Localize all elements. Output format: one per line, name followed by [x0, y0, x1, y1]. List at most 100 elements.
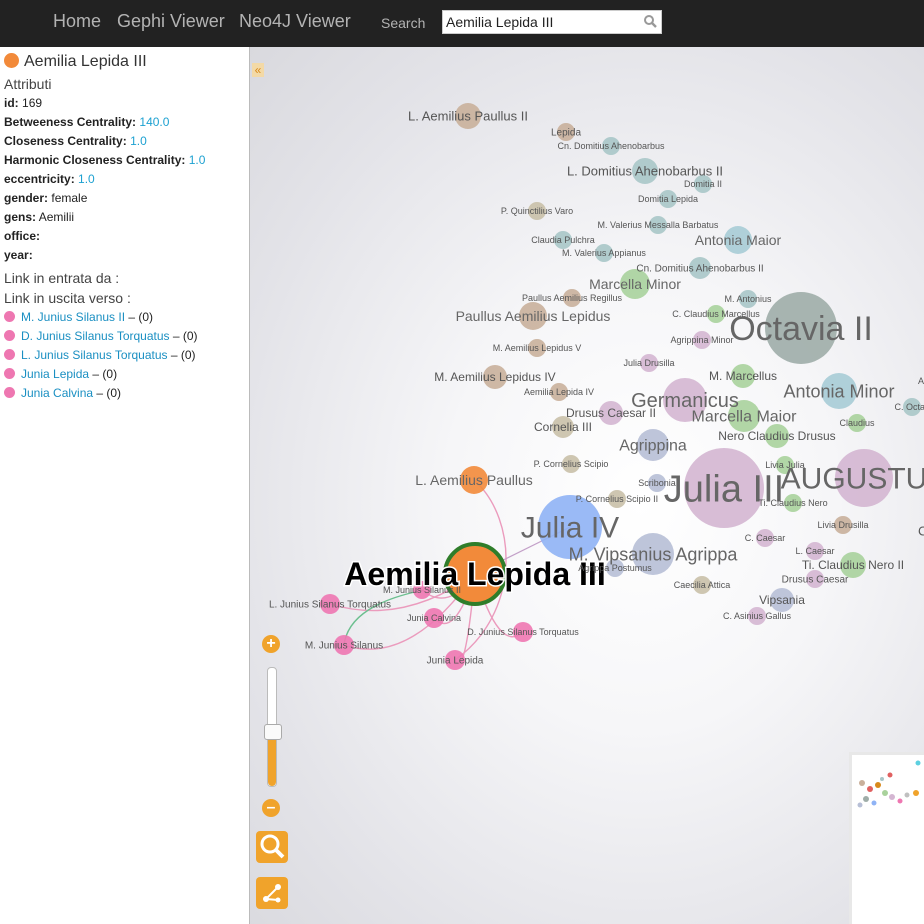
outgoing-link[interactable]: Junia Lepida — [21, 367, 89, 381]
graph-node-label: Junia Lepida — [427, 656, 484, 667]
incoming-links-heading: Link in entrata da : — [4, 270, 120, 286]
search-icon[interactable] — [643, 14, 657, 28]
nav-gephi-viewer-link[interactable]: Gephi Viewer — [117, 11, 225, 32]
graph-node-label: Nero Claudius Drusus — [718, 429, 835, 443]
graph-node-label: Lepida — [551, 128, 581, 139]
zoom-slider[interactable] — [264, 667, 282, 787]
attribute-row: Closeness Centrality: 1.0 — [4, 134, 147, 148]
graph-node-label: M. Aemilius Lepidus V — [493, 343, 582, 353]
graph-node-label: L. Aemilius Paullus — [415, 472, 533, 488]
attribute-row: id: 169 — [4, 96, 42, 110]
outgoing-link[interactable]: D. Junius Silanus Torquatus — [21, 329, 170, 343]
attribute-key: Harmonic Closeness Centrality: — [4, 153, 186, 167]
graph-node-label: Cn. Domitius Ahenobarbus II — [636, 264, 763, 275]
collapse-sidebar-icon[interactable]: « — [252, 63, 264, 77]
attribute-row: Betweeness Centrality: 140.0 — [4, 115, 169, 129]
graph-node-label: C. Claudius Marcellus — [672, 309, 760, 319]
outgoing-link-item: L. Junius Silanus Torquatus – (0) — [4, 348, 196, 362]
graph-node-label: Julia Drusilla — [623, 358, 674, 368]
link-node-dot — [4, 330, 15, 341]
link-node-dot — [4, 349, 15, 360]
zoom-in-button[interactable]: + — [262, 635, 280, 653]
graph-node-label: Marcella Maior — [692, 409, 798, 426]
link-count: – (0) — [169, 329, 198, 343]
attribute-value: female — [51, 191, 88, 205]
zoom-slider-handle[interactable] — [264, 724, 282, 740]
attribute-value: 169 — [22, 96, 43, 110]
link-node-dot — [4, 311, 15, 322]
graph-node-label: Domitia II — [684, 179, 722, 189]
graph-node-label: C. Asinius Gallus — [723, 611, 792, 621]
attribute-key: gender: — [4, 191, 49, 205]
zoom-out-button[interactable]: – — [262, 799, 280, 817]
attribute-key: Betweeness Centrality: — [4, 115, 137, 129]
link-count: – (0) — [125, 310, 154, 324]
attribute-key: id: — [4, 96, 19, 110]
attribute-row: gender: female — [4, 191, 87, 205]
graph-node-label: Antonia Minor — [783, 381, 894, 401]
outgoing-link[interactable]: M. Junius Silanus II — [21, 310, 125, 324]
graph-node-label: Julia IV — [521, 512, 619, 545]
graph-node-label: Aemilia Lepida IV — [524, 387, 594, 397]
graph-node-label: L. Junius Silanus Torquatus — [269, 600, 391, 611]
attribute-row: eccentricity: 1.0 — [4, 172, 95, 186]
attribute-key: year: — [4, 248, 33, 262]
search-box — [442, 10, 662, 34]
graph-labels: Octavia IIJulia IIIAUGUSTUSJulia IVAemil… — [269, 109, 924, 667]
attribute-row: Harmonic Closeness Centrality: 1.0 — [4, 153, 205, 167]
outgoing-link-item: M. Junius Silanus II – (0) — [4, 310, 153, 324]
attributes-heading: Attributi — [4, 76, 52, 92]
graph-node-label: P. Cornelius Scipio II — [576, 494, 658, 504]
attribute-row: office: — [4, 229, 40, 243]
graph-node-label: Marcella Minor — [589, 276, 681, 292]
search-tool-button[interactable] — [256, 831, 288, 863]
link-node-dot — [4, 387, 15, 398]
minimap-svg — [857, 760, 921, 808]
graph-node-label: M. Junius Silanus II — [383, 585, 461, 595]
search-input[interactable] — [446, 13, 636, 31]
node-color-dot — [4, 53, 19, 68]
link-node-dot — [4, 368, 15, 379]
nav-home-link[interactable]: Home — [53, 11, 101, 32]
graph-node-label: Ant — [918, 376, 924, 386]
outgoing-link[interactable]: L. Junius Silanus Torquatus — [21, 348, 168, 362]
graph-node-label: C. Caesar — [745, 533, 786, 543]
attribute-key: office: — [4, 229, 40, 243]
graph-node-label: M. Valerius Appianus — [562, 248, 646, 258]
top-navbar: Home Gephi Viewer Neo4J Viewer Search — [0, 0, 924, 47]
graph-node-label: D. Junius Silanus Torquatus — [467, 627, 579, 637]
link-count: – (0) — [167, 348, 196, 362]
attribute-row: gens: Aemilii — [4, 210, 74, 224]
graph-minimap[interactable] — [849, 752, 924, 924]
attribute-key: Closeness Centrality: — [4, 134, 127, 148]
graph-node-label: C. — [918, 524, 924, 539]
graph-node-label: Paullus Aemilius Regillus — [522, 293, 623, 303]
attribute-value: 1.0 — [78, 172, 95, 186]
graph-node-label: M. Marcellus — [709, 369, 777, 383]
nav-neo4j-viewer-link[interactable]: Neo4J Viewer — [239, 11, 351, 32]
graph-node-label: Agrippina Minor — [670, 335, 733, 345]
node-info-sidebar: Aemilia Lepida III Attributi id: 169 Betw… — [0, 47, 250, 924]
graph-node-label: M. Valerius Messalla Barbatus — [598, 220, 719, 230]
graph-node-label: Cornelia III — [534, 420, 592, 434]
graph-node-label: Ti. Claudius Nero II — [802, 558, 904, 572]
graph-node-label: C. Octav — [894, 402, 924, 412]
graph-node-label: Claudia Pulchra — [531, 235, 595, 245]
search-label: Search — [381, 15, 426, 31]
graph-node-label: M. Aemilius Lepidus IV — [434, 370, 555, 384]
outgoing-link-item: Junia Calvina – (0) — [4, 386, 121, 400]
graph-node-label: P. Quinctilius Varo — [501, 206, 573, 216]
node-title: Aemilia Lepida III — [4, 53, 147, 71]
attribute-row: year: — [4, 248, 33, 262]
graph-node-label: Livia Julia — [765, 460, 805, 470]
attribute-value: 1.0 — [130, 134, 147, 148]
graph-node-label: Cn. Domitius Ahenobarbus — [557, 141, 665, 151]
graph-svg[interactable]: Octavia IIJulia IIIAUGUSTUSJulia IVAemil… — [250, 47, 924, 924]
outgoing-link[interactable]: Junia Calvina — [21, 386, 93, 400]
attribute-value: 140.0 — [139, 115, 170, 129]
graph-node-label: Antonia Maior — [695, 232, 782, 248]
graph-node-label: P. Cornelius Scipio — [534, 459, 609, 469]
outgoing-link-item: Junia Lepida – (0) — [4, 367, 117, 381]
graph-canvas[interactable]: Octavia IIJulia IIIAUGUSTUSJulia IVAemil… — [250, 47, 924, 924]
layout-tool-button[interactable] — [256, 877, 288, 909]
